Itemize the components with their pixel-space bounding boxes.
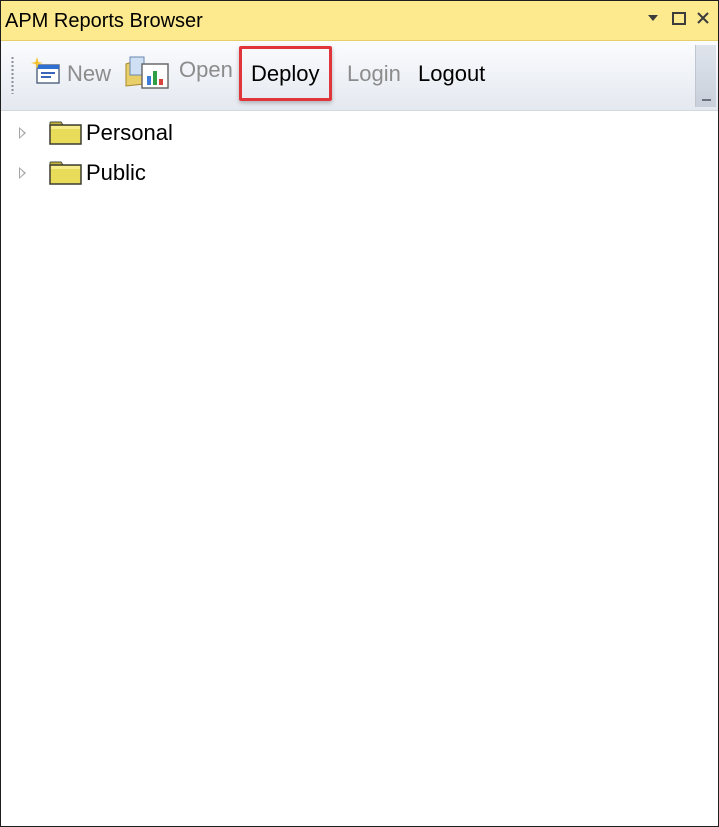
open-report-icon[interactable] [124, 54, 172, 90]
toolbar: New Open Deploy Login Logout [1, 41, 718, 111]
toolbar-overflow-button[interactable] [695, 45, 716, 107]
tree-item-public[interactable]: Public [1, 157, 401, 191]
toolbar-grip[interactable] [11, 56, 14, 94]
tree-item-label: Personal [86, 120, 173, 145]
folder-icon [49, 161, 83, 185]
expand-arrow-icon[interactable] [19, 167, 26, 179]
overflow-dash-icon [702, 99, 711, 101]
folder-icon [49, 121, 83, 145]
new-report-icon[interactable] [31, 56, 63, 88]
tree-item-label: Public [86, 160, 146, 185]
maximize-icon[interactable] [670, 9, 688, 27]
expand-arrow-icon[interactable] [19, 127, 26, 139]
logout-button[interactable]: Logout [418, 61, 485, 87]
chevron-down-icon[interactable] [644, 9, 662, 27]
tree-item-personal[interactable]: Personal [1, 117, 401, 151]
window-title: APM Reports Browser [5, 10, 203, 32]
deploy-highlight [239, 46, 332, 101]
title-bar[interactable]: APM Reports Browser [1, 1, 718, 41]
reports-browser-window: APM Reports Browser New Open Deploy Logi… [0, 0, 719, 827]
close-icon[interactable] [694, 9, 712, 27]
login-button[interactable]: Login [347, 61, 401, 87]
new-button[interactable]: New [67, 61, 111, 87]
open-button[interactable]: Open [179, 57, 233, 83]
